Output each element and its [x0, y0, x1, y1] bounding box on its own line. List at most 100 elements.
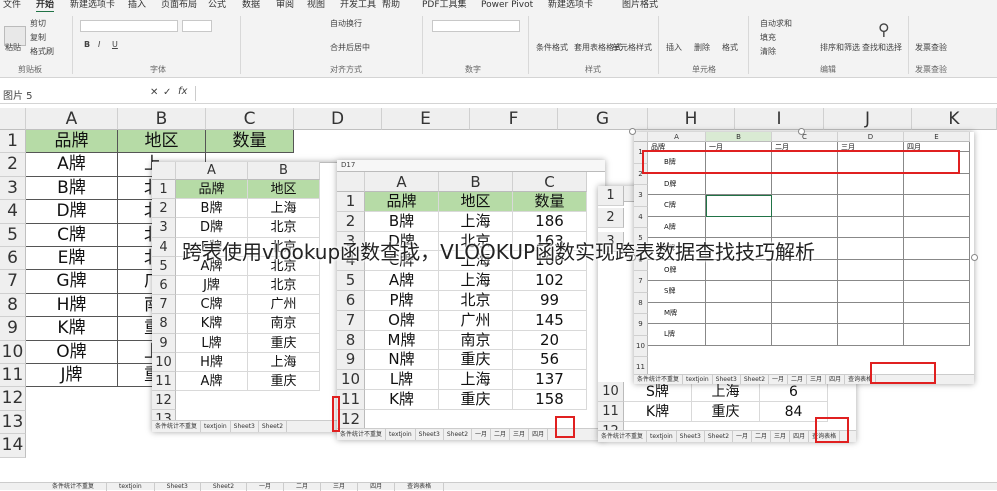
ribbon-tab[interactable]: 插入 — [128, 0, 146, 11]
column-header[interactable]: F — [470, 108, 558, 130]
empty-cell[interactable] — [706, 302, 772, 324]
column-header[interactable]: I — [735, 108, 824, 130]
empty-cell[interactable] — [706, 195, 772, 217]
resize-handle[interactable] — [629, 128, 636, 135]
empty-cell[interactable] — [838, 173, 904, 195]
empty-cell[interactable] — [772, 195, 838, 217]
row-header[interactable]: 14 — [0, 434, 26, 458]
font-name-select[interactable] — [80, 20, 178, 32]
resize-handle[interactable] — [798, 128, 805, 135]
delete-cells-button[interactable]: 删除 — [694, 42, 710, 53]
autosum-button[interactable]: 自动求和 — [760, 18, 792, 29]
enter-icon[interactable]: ✓ — [163, 87, 171, 98]
cell-style-button[interactable]: 单元格样式 — [612, 42, 652, 53]
row-header[interactable]: 3 — [0, 176, 26, 201]
invoice-check-button[interactable]: 发票查验 — [915, 42, 947, 53]
bold-button[interactable]: B — [84, 40, 90, 49]
format-painter-button[interactable]: 格式刷 — [30, 46, 54, 57]
column-header[interactable]: G — [558, 108, 648, 130]
column-header[interactable]: K — [912, 108, 997, 130]
table-cell[interactable]: B牌 — [26, 176, 118, 201]
italic-button[interactable]: I — [98, 40, 100, 49]
paste-button[interactable]: 粘贴 — [5, 42, 21, 53]
empty-cell[interactable] — [838, 302, 904, 324]
row-header[interactable]: 13 — [0, 410, 26, 435]
column-header[interactable]: J — [824, 108, 912, 130]
merge-center-button[interactable]: 合并后居中 — [330, 42, 370, 53]
name-box[interactable]: 图片 5 — [3, 87, 73, 102]
ribbon-tab[interactable]: 帮助 — [382, 0, 400, 11]
empty-cell[interactable] — [838, 281, 904, 303]
row-header[interactable]: 4 — [0, 200, 26, 224]
formula-input[interactable] — [195, 86, 995, 101]
ribbon-tab[interactable]: 文件 — [3, 0, 21, 11]
column-header[interactable]: D — [294, 108, 382, 130]
empty-cell[interactable] — [772, 302, 838, 324]
row-header[interactable]: 11 — [0, 364, 26, 388]
underline-button[interactable]: U — [112, 40, 118, 49]
cut-button[interactable]: 剪切 — [30, 18, 46, 29]
row-header[interactable]: 10 — [0, 340, 26, 364]
column-header[interactable]: H — [648, 108, 735, 130]
empty-cell[interactable] — [706, 173, 772, 195]
empty-cell[interactable] — [904, 281, 970, 303]
empty-cell[interactable] — [838, 216, 904, 238]
row-header[interactable]: 2 — [0, 153, 26, 177]
wrap-text-button[interactable]: 自动换行 — [330, 18, 362, 29]
fill-button[interactable]: 填充 — [760, 32, 776, 43]
empty-cell[interactable] — [706, 216, 772, 238]
column-header[interactable]: C — [206, 108, 294, 130]
insert-cells-button[interactable]: 插入 — [666, 42, 682, 53]
table-cell[interactable]: J牌 — [26, 364, 118, 388]
table-cell[interactable]: O牌 — [26, 340, 118, 364]
ribbon-tab[interactable]: 视图 — [307, 0, 325, 11]
clear-button[interactable]: 清除 — [760, 46, 776, 57]
column-header[interactable]: E — [382, 108, 470, 130]
empty-cell[interactable] — [904, 173, 970, 195]
row-header[interactable]: 12 — [0, 387, 26, 411]
empty-cell[interactable] — [706, 324, 772, 346]
number-format-select[interactable] — [432, 20, 520, 32]
row-header[interactable]: 9 — [0, 317, 26, 341]
cancel-icon[interactable]: ✕ — [150, 87, 158, 98]
empty-cell[interactable] — [772, 281, 838, 303]
ribbon-tab[interactable]: Power Pivot — [481, 0, 533, 11]
empty-cell[interactable] — [838, 324, 904, 346]
ribbon-tab[interactable]: PDF工具集 — [422, 0, 467, 11]
table-cell[interactable]: G牌 — [26, 270, 118, 294]
conditional-format-button[interactable]: 条件格式 — [536, 42, 568, 53]
empty-cell[interactable] — [706, 281, 772, 303]
ribbon-tab[interactable]: 公式 — [208, 0, 226, 11]
column-header[interactable]: A — [26, 108, 118, 130]
ribbon-tab[interactable]: 数据 — [242, 0, 260, 11]
sort-filter-button[interactable]: 排序和筛选 — [820, 42, 860, 53]
copy-button[interactable]: 复制 — [30, 32, 46, 43]
font-size-select[interactable] — [182, 20, 212, 32]
ribbon-tab[interactable]: 审阅 — [276, 0, 294, 11]
table-cell[interactable]: D牌 — [26, 200, 118, 224]
row-header[interactable]: 8 — [0, 293, 26, 318]
row-header[interactable]: 7 — [0, 270, 26, 294]
ribbon-tab[interactable]: 新建选项卡 — [70, 0, 115, 11]
row-header[interactable]: 1 — [0, 130, 26, 154]
ribbon-tab[interactable]: 页面布局 — [161, 0, 197, 11]
empty-cell[interactable] — [772, 173, 838, 195]
select-all-corner[interactable] — [0, 108, 26, 130]
ribbon-tab[interactable]: 开发工具 — [340, 0, 376, 11]
empty-cell[interactable] — [904, 216, 970, 238]
empty-cell[interactable] — [904, 195, 970, 217]
empty-cell[interactable] — [904, 324, 970, 346]
find-select-button[interactable]: 查找和选择 — [862, 42, 902, 53]
ribbon-tab[interactable]: 新建选项卡 — [548, 0, 593, 11]
fx-icon[interactable]: fx — [178, 86, 187, 97]
format-cells-button[interactable]: 格式 — [722, 42, 738, 53]
empty-cell[interactable] — [904, 302, 970, 324]
ribbon-tab[interactable]: 图片格式 — [622, 0, 658, 11]
empty-cell[interactable] — [772, 216, 838, 238]
table-cell[interactable]: H牌 — [26, 293, 118, 318]
table-cell[interactable]: K牌 — [26, 317, 118, 341]
empty-cell[interactable] — [838, 195, 904, 217]
table-cell[interactable]: A牌 — [26, 153, 118, 177]
empty-cell[interactable] — [772, 324, 838, 346]
column-header[interactable]: B — [118, 108, 206, 130]
